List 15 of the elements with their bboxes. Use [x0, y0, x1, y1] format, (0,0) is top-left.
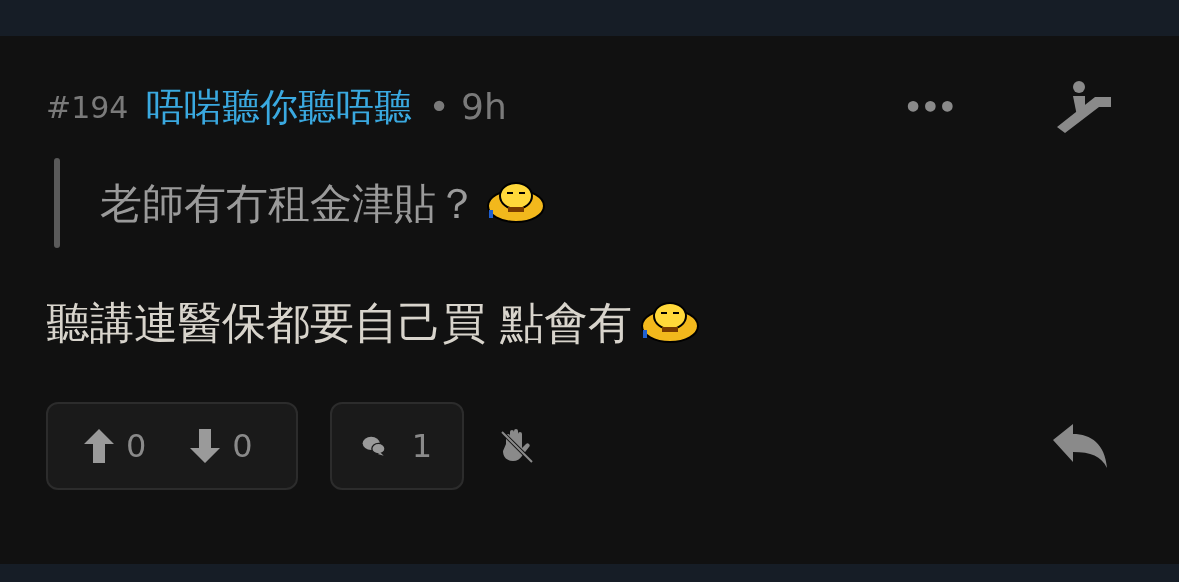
down-arrow-icon[interactable]	[190, 429, 221, 463]
reply-icon[interactable]	[1053, 424, 1107, 468]
more-button[interactable]: •••	[903, 84, 955, 130]
post-time: • 9h	[428, 85, 507, 129]
quoted-text: 老師有冇租金津貼？	[100, 177, 478, 230]
hand-slash-icon[interactable]	[500, 428, 534, 464]
up-arrow-icon[interactable]	[84, 429, 114, 463]
upvote-count: 0	[126, 426, 147, 467]
downvote-count: 0	[232, 426, 253, 467]
post-body: 聽講連醫保都要自己買 點會有	[46, 296, 632, 350]
crying-emoji-icon	[640, 300, 700, 346]
crying-emoji-icon	[486, 180, 546, 226]
username-link[interactable]: 唔啱聽你聽唔聽	[146, 78, 413, 136]
post-number: #194	[46, 88, 129, 127]
replies-button[interactable]: 1	[330, 402, 464, 490]
